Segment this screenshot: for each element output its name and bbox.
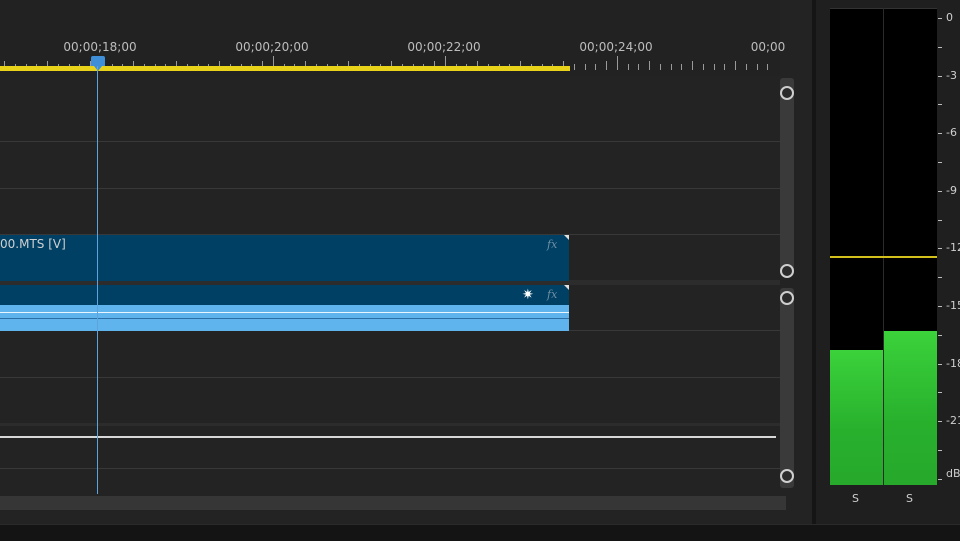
ruler-tick bbox=[606, 61, 607, 70]
master-track-separator bbox=[0, 423, 780, 426]
meter-scale-label: 0 bbox=[946, 11, 953, 24]
timecode-label: 00;00 bbox=[750, 40, 786, 54]
video-clip[interactable]: 00.MTS [V] fx bbox=[0, 235, 569, 281]
meter-scale-tick bbox=[938, 47, 942, 48]
ruler-tick bbox=[692, 61, 693, 70]
ruler-tick bbox=[660, 64, 661, 70]
clip-end-marker bbox=[564, 235, 569, 240]
fx-badge[interactable]: fx bbox=[547, 238, 557, 251]
audio-clip[interactable]: ✷ fx bbox=[0, 285, 569, 331]
ruler-tick bbox=[746, 64, 747, 70]
ruler-tick bbox=[724, 64, 725, 70]
ruler-tick bbox=[628, 64, 629, 70]
work-area-bar[interactable] bbox=[0, 66, 570, 71]
ruler-tick bbox=[703, 64, 704, 70]
horizontal-scrollbar[interactable] bbox=[0, 496, 786, 510]
meter-scale-tick bbox=[938, 162, 942, 163]
meter-scale-tick bbox=[938, 335, 942, 336]
ruler-tick bbox=[574, 64, 575, 70]
meter-scale-tick bbox=[938, 191, 942, 192]
meter-scale-tick bbox=[938, 306, 942, 307]
scrollbar-handle-top[interactable] bbox=[780, 291, 794, 305]
scrollbar-handle-bottom[interactable] bbox=[780, 264, 794, 278]
meter-scale-tick bbox=[938, 479, 942, 480]
ruler-tick bbox=[671, 64, 672, 70]
meter-scale-tick bbox=[938, 277, 942, 278]
timecode-label: 00;00;24;00 bbox=[579, 40, 653, 54]
ruler-tick bbox=[595, 64, 596, 70]
meter-scale-tick bbox=[938, 104, 942, 105]
meter-scale-label: -9 bbox=[946, 183, 957, 197]
ruler-tick bbox=[735, 61, 736, 70]
meter-channel-split bbox=[883, 8, 884, 485]
scrollbar-handle-top[interactable] bbox=[780, 86, 794, 100]
meter-bar-right bbox=[884, 330, 937, 485]
meter-scale-tick bbox=[938, 18, 942, 19]
meter-scale-tick bbox=[938, 133, 942, 134]
meter-scale-label: -12 bbox=[946, 241, 960, 255]
fx-badge[interactable]: fx bbox=[547, 288, 557, 301]
meter-scale-label: -18 bbox=[946, 356, 960, 370]
ruler-tick bbox=[638, 64, 639, 70]
track-divider bbox=[0, 468, 780, 469]
meter-scale-tick bbox=[938, 76, 942, 77]
channel-solo-button[interactable]: S bbox=[906, 492, 913, 505]
meter-scale-tick bbox=[938, 392, 942, 393]
meter-scale-tick bbox=[938, 220, 942, 221]
track-divider bbox=[0, 377, 780, 378]
meter-scale-label: -21 bbox=[946, 414, 960, 428]
ruler-tick bbox=[757, 64, 758, 70]
ruler-tick bbox=[649, 61, 650, 70]
meter-bar-left bbox=[830, 350, 883, 485]
ruler-tick bbox=[617, 56, 618, 70]
audio-tracks-scrollbar[interactable] bbox=[780, 288, 794, 488]
status-bar bbox=[0, 524, 960, 541]
ruler-tick bbox=[681, 64, 682, 70]
ruler-tick bbox=[714, 64, 715, 70]
meter-peak-line bbox=[830, 256, 937, 258]
timecode-label: 00;00;18;00 bbox=[63, 40, 137, 54]
playhead-handle[interactable] bbox=[91, 56, 105, 71]
meter-scale-label: -6 bbox=[946, 126, 957, 140]
ruler-tick bbox=[767, 64, 768, 70]
timecode-label: 00;00;22;00 bbox=[407, 40, 481, 54]
clip-name: 00.MTS [V] bbox=[0, 237, 66, 251]
track-divider bbox=[0, 141, 780, 142]
timeline-panel[interactable]: 00;00;18;00 00;00;20;00 00;00;22;00 00;0… bbox=[0, 0, 812, 524]
meter-scale-label: -15 bbox=[946, 299, 960, 312]
burst-icon: ✷ bbox=[522, 287, 534, 303]
meter-scale-tick bbox=[938, 450, 942, 451]
time-ruler[interactable]: 00;00;18;00 00;00;20;00 00;00;22;00 00;0… bbox=[0, 0, 785, 76]
meter-scale-tick bbox=[938, 248, 942, 249]
track-divider bbox=[0, 188, 780, 189]
playhead-line bbox=[97, 66, 98, 494]
scrollbar-handle-bottom[interactable] bbox=[780, 469, 794, 483]
master-volume-line[interactable] bbox=[0, 436, 776, 438]
meter-scale-label: -3 bbox=[946, 68, 957, 82]
clip-end-marker bbox=[564, 285, 569, 290]
meter-scale-tick bbox=[938, 421, 942, 422]
meter-scale-tick bbox=[938, 364, 942, 365]
video-tracks-scrollbar[interactable] bbox=[780, 78, 794, 276]
audio-waveform bbox=[0, 305, 569, 331]
meter-scale-label: dB bbox=[946, 467, 960, 480]
channel-solo-button[interactable]: S bbox=[852, 492, 859, 505]
timecode-label: 00;00;20;00 bbox=[235, 40, 309, 54]
ruler-tick bbox=[585, 64, 586, 70]
